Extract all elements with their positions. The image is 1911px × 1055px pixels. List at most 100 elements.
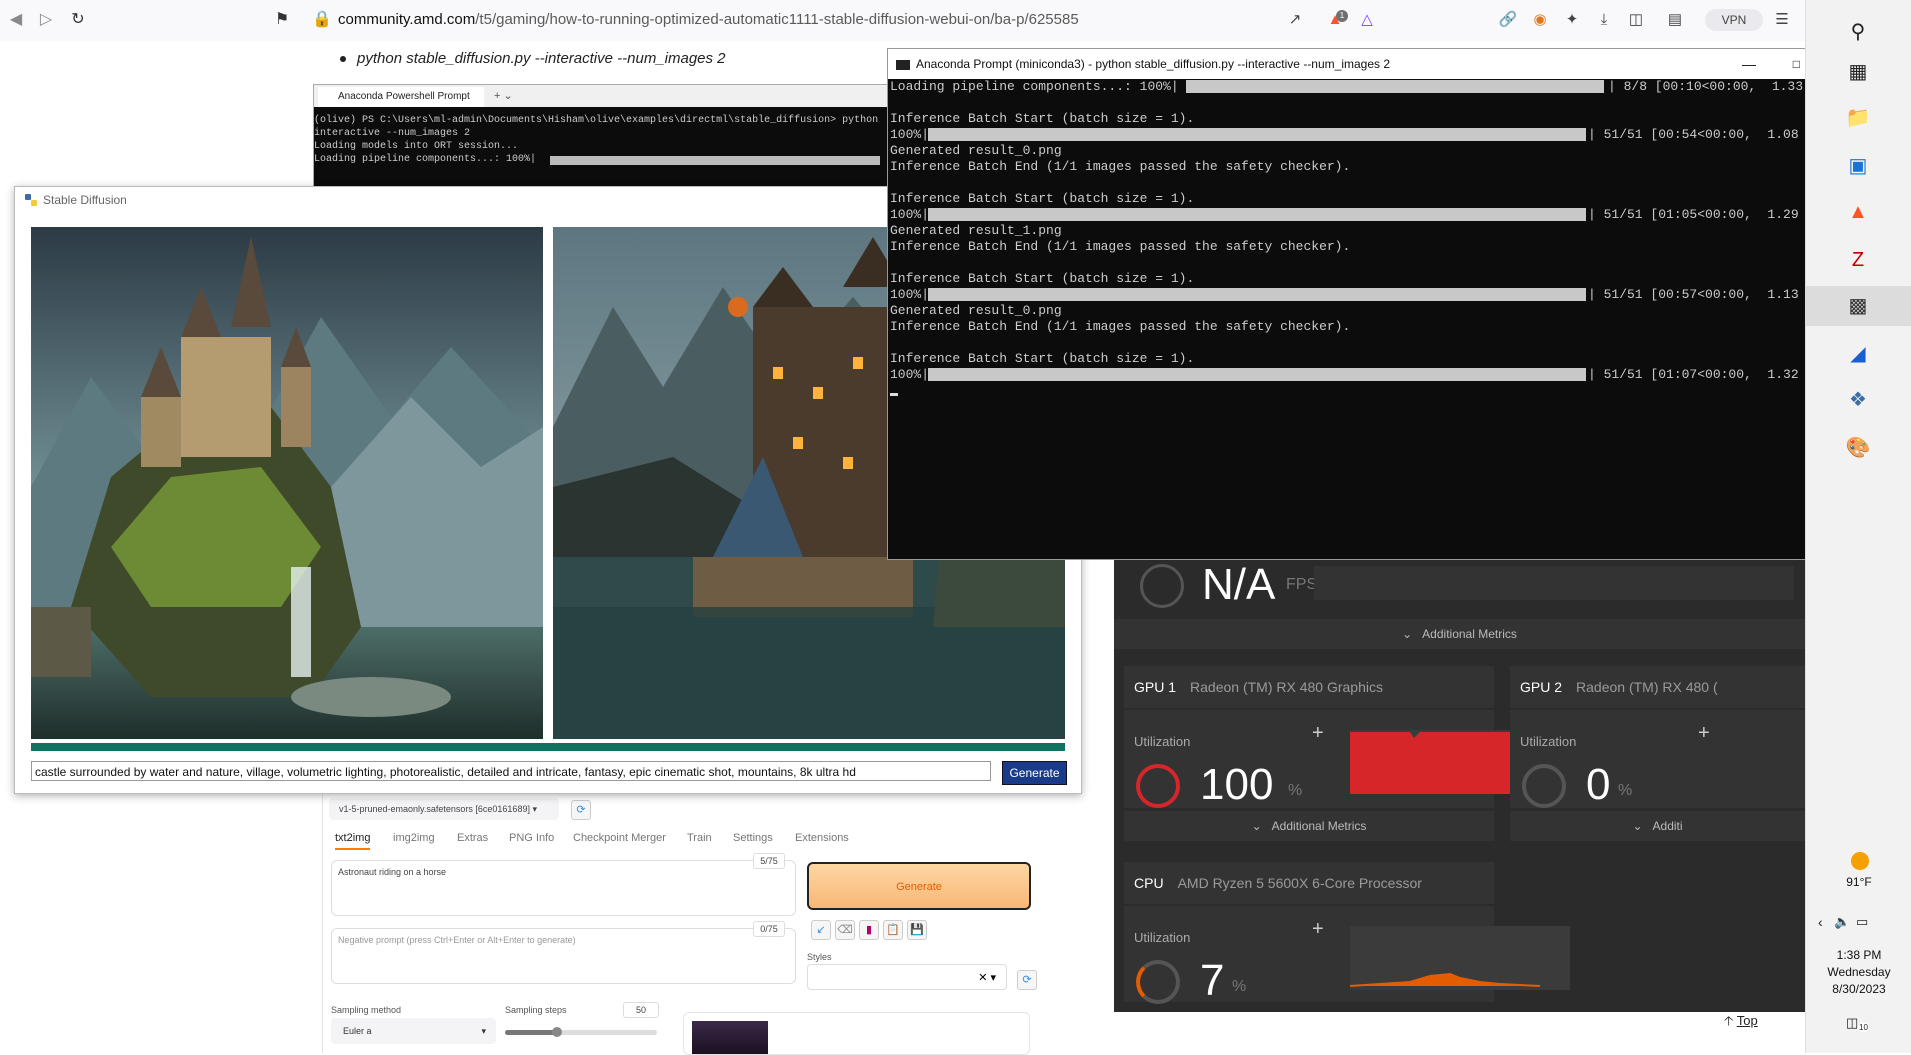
store-icon[interactable]: ▣ bbox=[1840, 148, 1876, 184]
tab-settings[interactable]: Settings bbox=[733, 832, 773, 844]
checkpoint-select[interactable]: v1-5-pruned-emaonly.safetensors [6ce0161… bbox=[329, 798, 559, 820]
volume-icon[interactable]: 🔈 bbox=[1834, 914, 1850, 930]
amd-software-icon[interactable]: ◢ bbox=[1840, 336, 1876, 372]
paint-icon[interactable]: 🎨 bbox=[1840, 430, 1876, 466]
task-view-icon[interactable]: ▦ bbox=[1840, 54, 1876, 90]
conda-line: | 51/51 [00:57<00:00, 1.13 bbox=[1588, 287, 1799, 302]
sampling-steps-thumb[interactable] bbox=[551, 1027, 562, 1037]
wallet-icon[interactable]: ▤ bbox=[1665, 10, 1685, 30]
anaconda-prompt-window: Anaconda Prompt (miniconda3) - python st… bbox=[887, 48, 1807, 560]
filezilla-icon[interactable]: Z bbox=[1840, 242, 1876, 278]
sd-generate-label: Generate bbox=[1009, 766, 1060, 780]
tab-checkpoint-merger[interactable]: Checkpoint Merger bbox=[573, 832, 666, 844]
extensions-icon[interactable]: ✦ bbox=[1562, 10, 1582, 30]
cpu-add-icon[interactable]: + bbox=[1312, 918, 1324, 941]
tab-extras[interactable]: Extras bbox=[457, 832, 488, 844]
apply-styles-icon[interactable]: ⟳ bbox=[1017, 970, 1037, 990]
conda-line: Generated result_1.png bbox=[890, 223, 1062, 238]
gpu2-add-icon[interactable]: + bbox=[1698, 722, 1710, 745]
negative-token-count: 0/75 bbox=[753, 921, 785, 937]
url-bar[interactable]: community.amd.com/t5/gaming/how-to-runni… bbox=[338, 11, 1079, 28]
shields-badge: 1 bbox=[1336, 10, 1348, 22]
conda-line: Inference Batch Start (batch size = 1). bbox=[890, 111, 1195, 126]
gpu1-header: GPU 1 Radeon (TM) RX 480 Graphics bbox=[1124, 666, 1494, 708]
sampling-steps-fill bbox=[505, 1030, 557, 1035]
gpu1-additional-metrics[interactable]: ⌄ Additional Metrics bbox=[1124, 811, 1494, 841]
tab-txt2img[interactable]: txt2img bbox=[335, 832, 371, 850]
file-explorer-icon[interactable]: 📁 bbox=[1840, 100, 1876, 136]
tab-train[interactable]: Train bbox=[687, 832, 712, 844]
reload-icon[interactable]: ↻ bbox=[68, 10, 88, 30]
gpu1-add-icon[interactable]: + bbox=[1312, 722, 1324, 745]
powershell-line: (olive) PS C:\Users\ml-admin\Documents\H… bbox=[314, 115, 879, 126]
article-bullet-text: python stable_diffusion.py --interactive… bbox=[357, 50, 726, 67]
sampling-steps-label: Sampling steps bbox=[505, 1005, 567, 1015]
conda-progress-bar bbox=[1186, 80, 1604, 93]
tray-chevron-icon[interactable]: ‹ bbox=[1818, 914, 1823, 930]
sampling-steps-slider[interactable] bbox=[505, 1027, 657, 1037]
conda-line: Inference Batch End (1/1 images passed t… bbox=[890, 319, 1351, 334]
minimize-icon[interactable]: — bbox=[1742, 49, 1756, 79]
gpu2-util-label: Utilization bbox=[1520, 734, 1577, 749]
sampling-method-select[interactable]: Euler a ▾ bbox=[331, 1018, 496, 1044]
gpu2-card: Utilization + 0 % bbox=[1510, 710, 1805, 809]
back-to-top-link[interactable]: 🡡 Top bbox=[1724, 1012, 1758, 1034]
cpu-unit: % bbox=[1232, 978, 1247, 995]
gpu1-gauge bbox=[1136, 764, 1180, 808]
vpn-button[interactable]: VPN bbox=[1705, 9, 1763, 31]
sd-generate-button[interactable]: Generate bbox=[1002, 761, 1067, 785]
clipboard-icon[interactable]: 📋 bbox=[883, 920, 903, 940]
network-icon[interactable]: ▭ bbox=[1856, 914, 1868, 930]
link-icon[interactable]: 🔗 bbox=[1498, 10, 1518, 30]
gpu1-card: Utilization + 100 % bbox=[1124, 710, 1570, 809]
sd-prompt-input[interactable]: castle surrounded by water and nature, v… bbox=[31, 761, 991, 781]
brave-icon[interactable]: ▲ bbox=[1840, 194, 1876, 230]
search-icon[interactable]: ⚲ bbox=[1840, 14, 1876, 50]
tab-img2img[interactable]: img2img bbox=[393, 832, 435, 844]
back-icon[interactable]: ◀ bbox=[6, 10, 26, 30]
read-params-icon[interactable]: ↙ bbox=[811, 920, 831, 940]
weather-icon[interactable] bbox=[1851, 852, 1869, 870]
back-to-top-label: Top bbox=[1736, 1013, 1758, 1028]
tab-extensions[interactable]: Extensions bbox=[795, 832, 849, 844]
terminal-taskbar-item[interactable]: ▩ bbox=[1806, 286, 1911, 326]
maximize-icon[interactable]: □ bbox=[1793, 49, 1800, 79]
sidebar-icon[interactable]: ◫ bbox=[1626, 10, 1646, 30]
save-style-icon[interactable]: 💾 bbox=[907, 920, 927, 940]
styles-select[interactable]: ✕ ▾ bbox=[807, 964, 1007, 990]
metamask-icon[interactable]: ◉ bbox=[1530, 10, 1550, 30]
terminal-app-icon: ▩ bbox=[1848, 295, 1868, 317]
brave-rewards-icon[interactable]: △ bbox=[1357, 10, 1377, 30]
fps-gauge bbox=[1140, 564, 1184, 608]
tab-png-info[interactable]: PNG Info bbox=[509, 832, 554, 844]
python-taskbar-icon[interactable]: ❖ bbox=[1840, 382, 1876, 418]
vpn-label: VPN bbox=[1721, 13, 1747, 27]
bookmark-icon[interactable]: ⚑ bbox=[272, 10, 292, 30]
sd-prompt-text: castle surrounded by water and nature, v… bbox=[35, 765, 856, 779]
trash-icon[interactable]: ⌫ bbox=[835, 920, 855, 940]
negative-prompt-textarea[interactable]: Negative prompt (press Ctrl+Enter or Alt… bbox=[331, 928, 796, 984]
clock-time[interactable]: 1:38 PM bbox=[1806, 948, 1911, 962]
generate-button[interactable]: Generate bbox=[807, 862, 1031, 910]
share-icon[interactable]: ↗ bbox=[1285, 10, 1305, 30]
terminal-cursor bbox=[890, 393, 898, 396]
prompt-textarea[interactable]: Astronaut riding on a horse bbox=[331, 860, 796, 916]
extra-networks-icon[interactable]: ▮ bbox=[859, 920, 879, 940]
conda-line: Inference Batch Start (batch size = 1). bbox=[890, 271, 1195, 286]
forward-icon[interactable]: ▷ bbox=[36, 10, 56, 30]
lock-icon: 🔒 bbox=[312, 11, 332, 28]
sampling-steps-value[interactable]: 50 bbox=[623, 1002, 659, 1018]
cpu-header: CPU AMD Ryzen 5 5600X 6-Core Processor bbox=[1124, 862, 1494, 904]
conda-line: 100%| bbox=[890, 367, 930, 382]
gpu2-value: 0 bbox=[1586, 760, 1611, 809]
gallery-thumbnail[interactable] bbox=[692, 1021, 768, 1054]
downloads-icon[interactable]: ⤓ bbox=[1594, 10, 1614, 30]
notification-icon[interactable]: ◫ 10 bbox=[1846, 1015, 1869, 1033]
additional-metrics-toggle[interactable]: ⌄ Additional Metrics bbox=[1114, 619, 1805, 649]
conda-line: Generated result_0.png bbox=[890, 143, 1062, 158]
conda-line: Inference Batch Start (batch size = 1). bbox=[890, 351, 1195, 366]
refresh-checkpoint-icon[interactable]: ⟳ bbox=[571, 800, 591, 820]
gpu2-additional-metrics[interactable]: ⌄ Additi bbox=[1510, 811, 1805, 841]
menu-icon[interactable]: ☰ bbox=[1772, 10, 1792, 30]
additional-metrics-label: Additional Metrics bbox=[1422, 627, 1517, 641]
